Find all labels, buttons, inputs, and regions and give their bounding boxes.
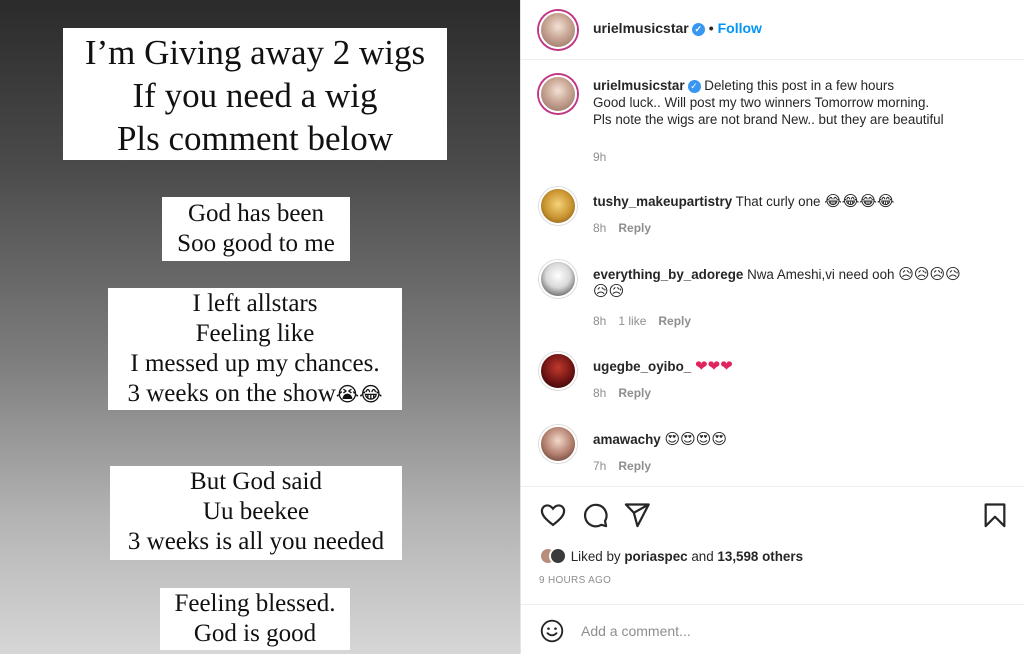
- story-text-card-3: I left allstars Feeling like I messed up…: [108, 288, 402, 410]
- comment-emoji: 😍😍😍😍: [664, 430, 728, 448]
- likes-others[interactable]: 13,598 others: [717, 549, 803, 564]
- comment-item: ugegbe_oyibo_ ❤❤❤ 8h Reply: [521, 352, 1024, 412]
- story-line-text: 3 weeks on the show: [127, 380, 336, 407]
- timestamp: 8h: [593, 221, 607, 235]
- story-line: I left allstars: [192, 290, 318, 317]
- comment-text: amawachy 😍😍😍😍: [593, 431, 1013, 448]
- caption: urielmusicstar ✓ Deleting this post in a …: [521, 75, 1024, 165]
- comment-username[interactable]: ugegbe_oyibo_: [593, 359, 691, 374]
- story-emoji: 😭😂: [335, 382, 383, 406]
- story-line: If you need a wig: [132, 76, 378, 115]
- comment-icon[interactable]: [581, 501, 609, 529]
- heart-emoji: ❤❤❤: [694, 357, 733, 375]
- comment-text: tushy_makeupartistry That curly one 😂😂😂😂: [593, 193, 1013, 210]
- comment-username[interactable]: tushy_makeupartistry: [593, 194, 732, 209]
- reply-button[interactable]: Reply: [618, 386, 651, 400]
- comment-body: That curly one: [735, 194, 821, 209]
- story-line: But God said: [190, 468, 322, 495]
- timestamp: 8h: [593, 386, 607, 400]
- comment-text: everything_by_adorege Nwa Ameshi,vi need…: [593, 266, 1013, 300]
- comment-item: tushy_makeupartistry That curly one 😂😂😂😂…: [521, 187, 1024, 247]
- caption-meta: 9h: [593, 150, 618, 164]
- comment-meta: 8h Reply: [593, 221, 663, 235]
- heart-icon[interactable]: [539, 501, 567, 529]
- story-text-card-4: But God said Uu beekee 3 weeks is all yo…: [110, 466, 402, 560]
- story-line: God has been: [187, 200, 325, 227]
- reply-button[interactable]: Reply: [658, 314, 691, 328]
- story-line: I messed up my chances.: [130, 350, 380, 377]
- reply-button[interactable]: Reply: [618, 221, 651, 235]
- comment-item: everything_by_adorege Nwa Ameshi,vi need…: [521, 260, 1024, 335]
- comment-emoji: 😂😂😂😂: [824, 192, 895, 210]
- timestamp: 9h: [593, 150, 607, 164]
- likes-summary[interactable]: Liked by poriaspec and 13,598 others: [539, 547, 803, 565]
- like-count[interactable]: 1 like: [618, 314, 646, 328]
- likes-and: and: [691, 549, 714, 564]
- comment-body: Nwa Ameshi,vi need ooh: [747, 267, 895, 282]
- add-comment-input[interactable]: Add a comment...: [581, 623, 691, 639]
- username-link[interactable]: urielmusicstar: [593, 20, 689, 36]
- story-line: Uu beekee: [202, 498, 310, 525]
- caption-line: Deleting this post in a few hours: [704, 78, 895, 93]
- post-time: 9 HOURS AGO: [539, 575, 612, 586]
- story-text-card-5: Feeling blessed. God is good: [160, 588, 350, 650]
- likes-user[interactable]: poriaspec: [624, 549, 687, 564]
- comment-emoji: 😥😥😥😥: [898, 265, 961, 283]
- liker-avatar: [549, 547, 567, 565]
- post-panel: urielmusicstar ✓ • Follow urielmusicstar ✓ D…: [520, 0, 1024, 654]
- verified-badge-icon: ✓: [691, 23, 705, 36]
- separator-dot: •: [708, 20, 714, 36]
- avatar[interactable]: [539, 425, 577, 463]
- story-line: Feeling blessed.: [174, 590, 336, 617]
- bookmark-icon[interactable]: [981, 501, 1009, 529]
- post-actions: Liked by poriaspec and 13,598 others 9 H…: [521, 486, 1024, 604]
- header-user: urielmusicstar ✓ • Follow: [593, 20, 762, 36]
- story-text-card-1: I’m Giving away 2 wigs If you need a wig…: [63, 28, 447, 160]
- comment-meta: 7h Reply: [593, 459, 663, 473]
- comment-meta: 8h 1 like Reply: [593, 314, 703, 328]
- comment-meta: 8h Reply: [593, 386, 663, 400]
- comment-item: amawachy 😍😍😍😍 7h Reply: [521, 425, 1024, 485]
- avatar[interactable]: [539, 187, 577, 225]
- avatar[interactable]: [539, 352, 577, 390]
- timestamp: 7h: [593, 459, 607, 473]
- avatar[interactable]: [539, 75, 577, 113]
- caption-line: Good luck.. Will post my two winners Tom…: [593, 95, 930, 110]
- story-line: I’m Giving away 2 wigs: [84, 33, 426, 72]
- story-line: Feeling like: [195, 320, 315, 347]
- caption-text: urielmusicstar ✓ Deleting this post in a …: [593, 77, 1013, 128]
- comment-username[interactable]: everything_by_adorege: [593, 267, 743, 282]
- avatar[interactable]: [539, 260, 577, 298]
- story-line: God is good: [193, 620, 317, 647]
- story-line: 3 weeks on the show😭😂: [108, 379, 402, 409]
- post-header: urielmusicstar ✓ • Follow: [521, 0, 1024, 60]
- story-line: Pls comment below: [116, 119, 394, 158]
- verified-badge-icon: ✓: [687, 80, 701, 93]
- caption-line: Pls note the wigs are not brand New.. bu…: [593, 112, 944, 127]
- emoji-icon[interactable]: [539, 618, 565, 644]
- add-comment-bar: Add a comment...: [521, 604, 1024, 654]
- caption-username[interactable]: urielmusicstar: [593, 78, 685, 93]
- comment-text: ugegbe_oyibo_ ❤❤❤: [593, 358, 1013, 375]
- timestamp: 8h: [593, 314, 607, 328]
- comment-emoji: 😥😥: [593, 282, 625, 300]
- comment-username[interactable]: amawachy: [593, 432, 661, 447]
- likes-prefix: Liked by: [570, 549, 621, 564]
- follow-button[interactable]: Follow: [718, 20, 762, 36]
- story-line: Soo good to me: [177, 230, 335, 257]
- story-text-card-2: God has been Soo good to me: [162, 197, 350, 261]
- avatar[interactable]: [539, 11, 577, 49]
- share-icon[interactable]: [623, 501, 651, 529]
- story-image: I’m Giving away 2 wigs If you need a wig…: [0, 0, 520, 654]
- reply-button[interactable]: Reply: [618, 459, 651, 473]
- story-line: 3 weeks is all you needed: [127, 528, 385, 555]
